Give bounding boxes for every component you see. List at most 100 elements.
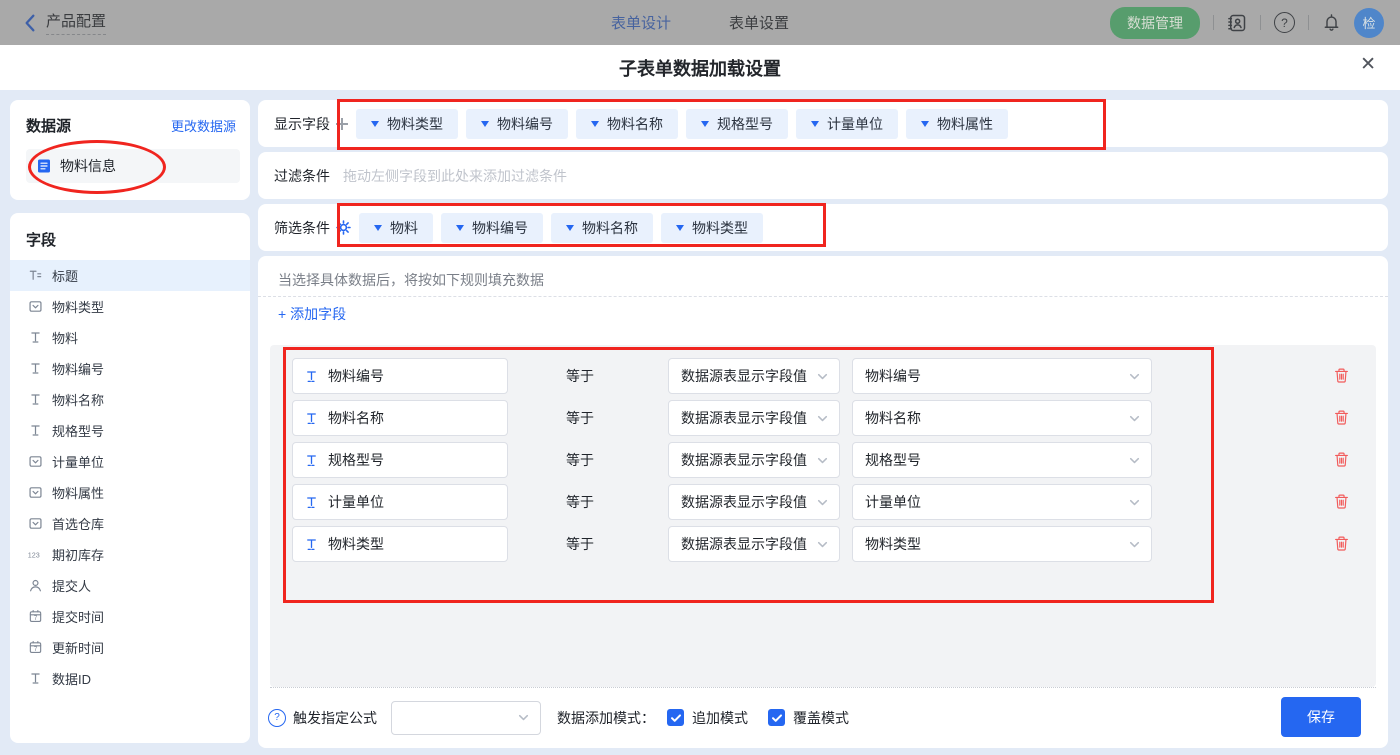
rule-source-select[interactable]: 数据源表显示字段值	[668, 484, 840, 520]
avatar[interactable]: 检	[1354, 7, 1384, 38]
select-field-icon	[27, 485, 43, 500]
chevron-down-icon	[816, 538, 829, 551]
rules-footer: ? 触发指定公式 数据添加模式： 追加模式 覆盖模式	[268, 687, 1376, 748]
contact-book-icon[interactable]	[1227, 13, 1247, 33]
chevron-down-icon	[1128, 454, 1141, 467]
rule-value-select[interactable]: 物料编号	[852, 358, 1152, 394]
save-button[interactable]: 保存	[1281, 697, 1361, 737]
data-manage-button[interactable]: 数据管理	[1110, 6, 1200, 39]
field-list-item[interactable]: 7 更新时间	[10, 632, 250, 663]
field-list-item[interactable]: 规格型号	[10, 415, 250, 446]
caret-down-icon	[676, 224, 684, 231]
help-icon[interactable]: ?	[268, 708, 286, 727]
delete-icon[interactable]	[1333, 367, 1350, 384]
equals-label: 等于	[566, 410, 594, 426]
text-field-icon	[303, 537, 319, 552]
delete-icon[interactable]	[1333, 409, 1350, 426]
chevron-down-icon	[816, 454, 829, 467]
mode-checkbox[interactable]: 追加模式	[667, 708, 748, 728]
rule-field-box[interactable]: 物料名称	[292, 400, 508, 436]
caret-down-icon	[481, 120, 489, 127]
rule-value-select[interactable]: 规格型号	[852, 442, 1152, 478]
back-icon[interactable]	[24, 14, 36, 32]
field-tag[interactable]: 物料	[359, 212, 433, 243]
close-icon[interactable]: ✕	[1360, 55, 1376, 74]
delete-icon[interactable]	[1333, 493, 1350, 510]
datasource-panel: 数据源 更改数据源 物料信息	[10, 100, 250, 200]
field-list-item[interactable]: 标题	[10, 260, 250, 291]
field-list-item[interactable]: 物料编号	[10, 353, 250, 384]
settings-gear-icon[interactable]	[336, 220, 351, 235]
rule-field-box[interactable]: 规格型号	[292, 442, 508, 478]
display-field-tags: 物料类型 物料编号 物料名称 规格型号 计量单位 物料属性	[356, 108, 1008, 139]
delete-icon[interactable]	[1333, 451, 1350, 468]
rule-field-box[interactable]: 计量单位	[292, 484, 508, 520]
field-tag[interactable]: 规格型号	[686, 108, 788, 139]
field-tag[interactable]: 物料类型	[661, 212, 763, 243]
rule-field-box[interactable]: 物料编号	[292, 358, 508, 394]
text-field-icon	[27, 392, 43, 407]
field-list-item[interactable]: 计量单位	[10, 446, 250, 477]
add-display-field-icon[interactable]	[336, 117, 348, 130]
field-tag[interactable]: 物料名称	[576, 108, 678, 139]
rule-value-select[interactable]: 物料名称	[852, 400, 1152, 436]
rule-value-select[interactable]: 物料类型	[852, 526, 1152, 562]
field-tag[interactable]: 计量单位	[796, 108, 898, 139]
bell-icon[interactable]	[1322, 13, 1341, 32]
rule-source-select[interactable]: 数据源表显示字段值	[668, 526, 840, 562]
field-tag[interactable]: 物料编号	[466, 108, 568, 139]
modal-header: 子表单数据加载设置 ✕	[0, 45, 1400, 90]
field-list-item[interactable]: 物料名称	[10, 384, 250, 415]
field-tag[interactable]: 物料属性	[906, 108, 1008, 139]
checkbox-checked-icon	[768, 709, 785, 726]
caret-down-icon	[371, 120, 379, 127]
tab-form-settings[interactable]: 表单设置	[729, 12, 789, 33]
chevron-down-icon	[816, 412, 829, 425]
chevron-down-icon	[1128, 496, 1141, 509]
rule-source-select[interactable]: 数据源表显示字段值	[668, 442, 840, 478]
datasource-title: 数据源	[26, 118, 72, 135]
top-navigation-bar: 产品配置 表单设计 表单设置 数据管理 ? 检	[0, 0, 1400, 45]
field-tag[interactable]: 物料名称	[551, 212, 653, 243]
formula-select[interactable]	[391, 700, 541, 735]
rule-source-select[interactable]: 数据源表显示字段值	[668, 358, 840, 394]
field-list-item[interactable]: 7 提交时间	[10, 601, 250, 632]
field-tag[interactable]: 物料类型	[356, 108, 458, 139]
rules-hint: 当选择具体数据后，将按如下规则填充数据	[278, 272, 544, 288]
form-doc-icon	[36, 158, 52, 174]
rule-row: 物料名称 等于 数据源表显示字段值 物料名称	[270, 400, 1376, 436]
caret-down-icon	[921, 120, 929, 127]
text-field-icon	[303, 369, 319, 384]
add-field-link[interactable]: + 添加字段	[278, 304, 346, 324]
equals-label: 等于	[566, 536, 594, 552]
mode-checkbox[interactable]: 覆盖模式	[768, 708, 849, 728]
filter-dropzone[interactable]: 拖动左侧字段到此处来添加过滤条件	[343, 166, 567, 186]
chevron-down-icon	[816, 496, 829, 509]
filter-label: 过滤条件	[274, 167, 330, 184]
tab-form-design[interactable]: 表单设计	[611, 12, 671, 33]
divider	[1260, 15, 1261, 30]
delete-icon[interactable]	[1333, 535, 1350, 552]
rule-value-select[interactable]: 计量单位	[852, 484, 1152, 520]
field-list-item[interactable]: 物料	[10, 322, 250, 353]
breadcrumb[interactable]: 产品配置	[46, 10, 107, 35]
divider	[1213, 15, 1214, 30]
text-field-icon	[303, 495, 319, 510]
change-datasource-link[interactable]: 更改数据源	[171, 116, 236, 135]
field-list-item[interactable]: 首选仓库	[10, 508, 250, 539]
text-field-icon	[27, 330, 43, 345]
field-list-item[interactable]: 数据ID	[10, 663, 250, 694]
field-list-item[interactable]: 提交人	[10, 570, 250, 601]
mode-checkboxes: 追加模式 覆盖模式	[667, 708, 849, 728]
help-icon[interactable]: ?	[1274, 12, 1295, 33]
rule-field-box[interactable]: 物料类型	[292, 526, 508, 562]
field-tag[interactable]: 物料编号	[441, 212, 543, 243]
divider	[1308, 15, 1309, 30]
rule-source-select[interactable]: 数据源表显示字段值	[668, 400, 840, 436]
datasource-item[interactable]: 物料信息	[26, 149, 240, 183]
page-title: 子表单数据加载设置	[619, 58, 781, 79]
caret-down-icon	[701, 120, 709, 127]
field-list-item[interactable]: 物料类型	[10, 291, 250, 322]
field-list-item[interactable]: 物料属性	[10, 477, 250, 508]
field-list-item[interactable]: 123 期初库存	[10, 539, 250, 570]
